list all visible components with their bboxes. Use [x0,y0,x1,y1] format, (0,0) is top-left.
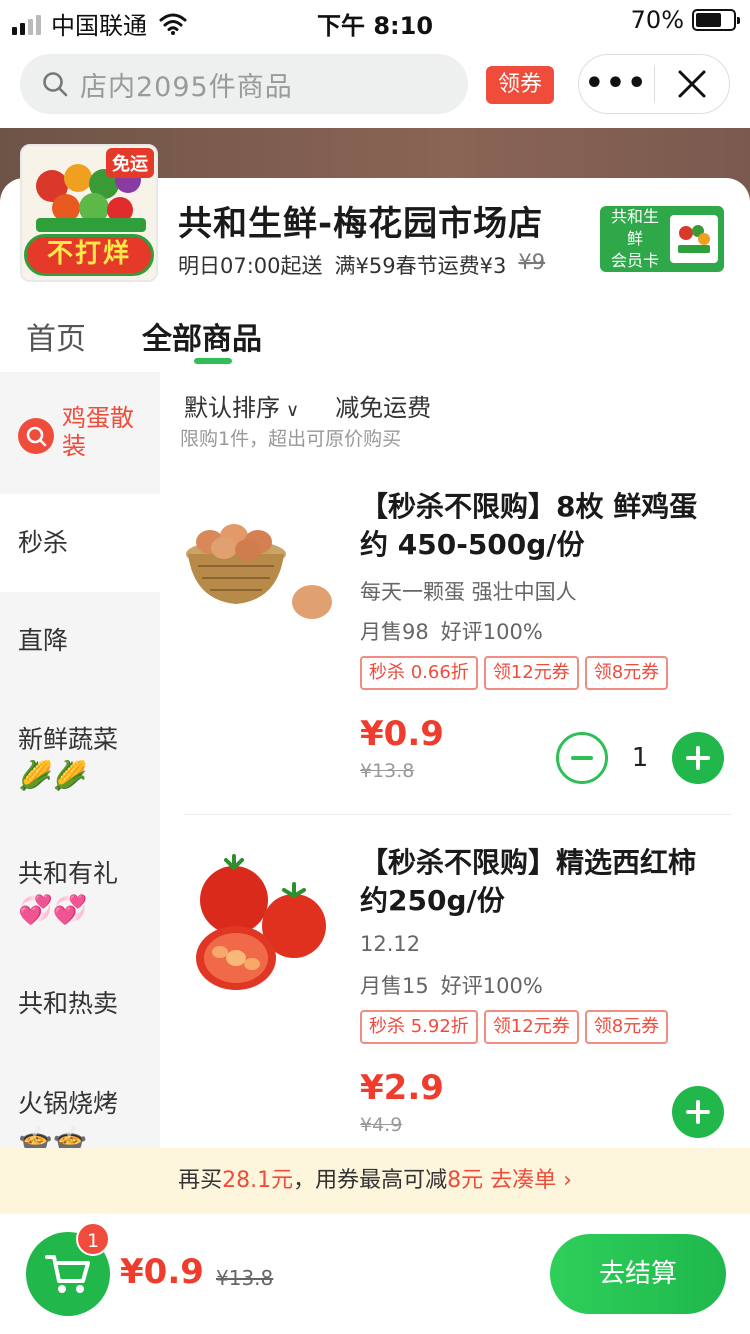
monthly-sales: 月售98 [360,620,429,644]
coupon-tag[interactable]: 领8元券 [584,1010,669,1044]
coupon-tag[interactable]: 领12元券 [483,656,579,690]
corn-icon: 🌽🌽 [18,759,88,792]
get-coupon-button[interactable]: 领券 [486,66,555,104]
sidebar-item-label: 秒杀 [18,528,69,557]
product-divider [184,814,732,815]
quantity-value: 1 [631,743,649,773]
search-bar[interactable]: 店内2095件商品 [20,54,468,114]
top-bar: 店内2095件商品 领券 ••• [0,42,750,128]
promo-discount: 8元 [447,1168,484,1193]
shop-logo[interactable]: 不打烊 免运 [20,144,158,282]
add-to-cart [672,1086,724,1138]
cart-total: ¥0.9 [120,1252,204,1292]
sidebar-search-item[interactable]: 鸡蛋散装 [0,372,160,494]
coupon-tag[interactable]: 领8元券 [584,656,669,690]
tab-bar: 首页 全部商品 [0,298,750,372]
sidebar-item-hot-sale[interactable]: 共和热卖 [0,986,160,1022]
sidebar-item-label: 共和热卖 [18,989,119,1018]
search-placeholder: 店内2095件商品 [80,71,293,103]
free-shipping-badge: 免运 [106,148,154,178]
promo-amount: 28.1元 [222,1168,294,1193]
cart-original-total: ¥13.8 [216,1266,274,1290]
tab-home[interactable]: 首页 [26,314,86,358]
logo-banner-text: 不打烊 [24,234,154,276]
sidebar-item-vegetables[interactable]: 新鲜蔬菜 🌽🌽 [0,722,160,794]
search-icon [43,72,68,97]
sidebar-search-label: 鸡蛋散装 [62,404,134,460]
flash-sale-tag: 秒杀 5.92折 [360,1010,478,1044]
promo-action: 去凑单 [490,1168,557,1193]
bottom-bar: 1 ¥0.9 ¥13.8 去结算 [0,1214,750,1334]
product-price: ¥0.9 [360,714,444,754]
promo-prefix: 再买 [178,1168,223,1193]
quantity-stepper: 1 [556,732,724,784]
more-button[interactable]: ••• [579,54,654,114]
battery-icon [692,9,740,31]
product-original-price: ¥4.9 [360,1114,403,1136]
product-tags: 秒杀 0.66折 领12元券 领8元券 [360,656,669,690]
member-card-label: 共和生鲜 会员卡 [606,206,664,272]
sort-label: 默认排序 [184,394,280,422]
product-subtitle: 12.12 [360,932,421,956]
increase-button[interactable] [672,1086,724,1138]
checkout-button[interactable]: 去结算 [550,1234,726,1314]
category-sidebar: 鸡蛋散装 秒杀 直降 新鲜蔬菜 🌽🌽 共和有礼 💞💞 共和热卖 火锅烧烤 🍲🍲 [0,372,160,1148]
sidebar-item-gifts[interactable]: 共和有礼 💞💞 [0,856,160,928]
rating: 好评100% [440,974,543,998]
purchase-limit-note: 限购1件，超出可原价购买 [180,428,402,450]
cart-count-badge: 1 [76,1222,110,1256]
battery-percent: 70% [630,6,684,34]
close-button[interactable] [655,69,729,99]
product-tags: 秒杀 5.92折 领12元券 领8元券 [360,1010,669,1044]
promo-middle: ，用券最高可减 [293,1168,448,1193]
delivery-info: 明日07:00起送 满¥59春节运费¥3 ¥9 [178,250,545,280]
sidebar-item-hotpot[interactable]: 火锅烧烤 🍲🍲 [0,1086,160,1148]
delivery-fee: 满¥59春节运费¥3 [334,254,507,278]
flash-sale-tag: 秒杀 0.66折 [360,656,478,690]
rating: 好评100% [440,620,543,644]
original-delivery-fee: ¥9 [518,250,546,274]
sidebar-item-label: 直降 [18,626,69,655]
mini-program-capsule: ••• [578,54,730,114]
member-card-button[interactable]: 共和生鲜 会员卡 [600,206,724,272]
product-price: ¥2.9 [360,1068,444,1108]
product-original-price: ¥13.8 [360,760,415,782]
shop-name: 共和生鲜-梅花园市场店 [178,204,544,244]
hotpot-icon: 🍲🍲 [18,1123,88,1148]
minus-icon [571,756,593,760]
eggs-image [184,492,344,652]
hearts-icon: 💞💞 [18,893,88,926]
member-card-line1: 共和生鲜 [610,207,659,248]
coupon-tag[interactable]: 领12元券 [483,1010,579,1044]
status-bar: 中国联通 下午 8:10 70% [0,0,750,42]
product-stats: 月售98 好评100% [360,616,543,646]
sidebar-item-label: 共和有礼 [18,859,119,888]
product-subtitle: 每天一颗蛋 强壮中国人 [360,580,577,604]
product-title: 【秒杀不限购】8枚 鲜鸡蛋 约 450-500g/份 [360,490,698,561]
sidebar-item-price-drop[interactable]: 直降 [0,592,160,690]
tab-all-products[interactable]: 全部商品 [142,314,262,358]
tomatoes-image [184,848,344,1008]
active-tab-indicator [194,358,232,364]
chevron-right-icon: › [563,1168,572,1193]
filter-bar: 默认排序 ∨ 减免运费 [184,388,431,423]
product-title: 【秒杀不限购】精选西红柿 约250g/份 [360,846,697,917]
member-card-line2: 会员卡 [610,251,659,270]
close-icon [678,70,706,98]
delivery-time: 明日07:00起送 [178,254,323,278]
shipping-filter[interactable]: 减免运费 [335,388,431,423]
decrease-button[interactable] [556,732,608,784]
product-stats: 月售15 好评100% [360,970,543,1000]
monthly-sales: 月售15 [360,974,429,998]
sidebar-item-label: 火锅烧烤 [18,1089,119,1118]
promo-strip[interactable]: 再买28.1元，用券最高可减8元 去凑单 › [0,1148,750,1214]
sort-dropdown[interactable]: 默认排序 ∨ [184,388,299,423]
sidebar-item-flash-sale[interactable]: 秒杀 [0,494,160,592]
member-card-image [670,215,718,263]
sidebar-item-label: 新鲜蔬菜 [18,725,119,754]
chevron-down-icon: ∨ [286,400,300,421]
cart-icon [45,1255,90,1293]
search-icon [18,418,54,454]
increase-button[interactable] [672,732,724,784]
